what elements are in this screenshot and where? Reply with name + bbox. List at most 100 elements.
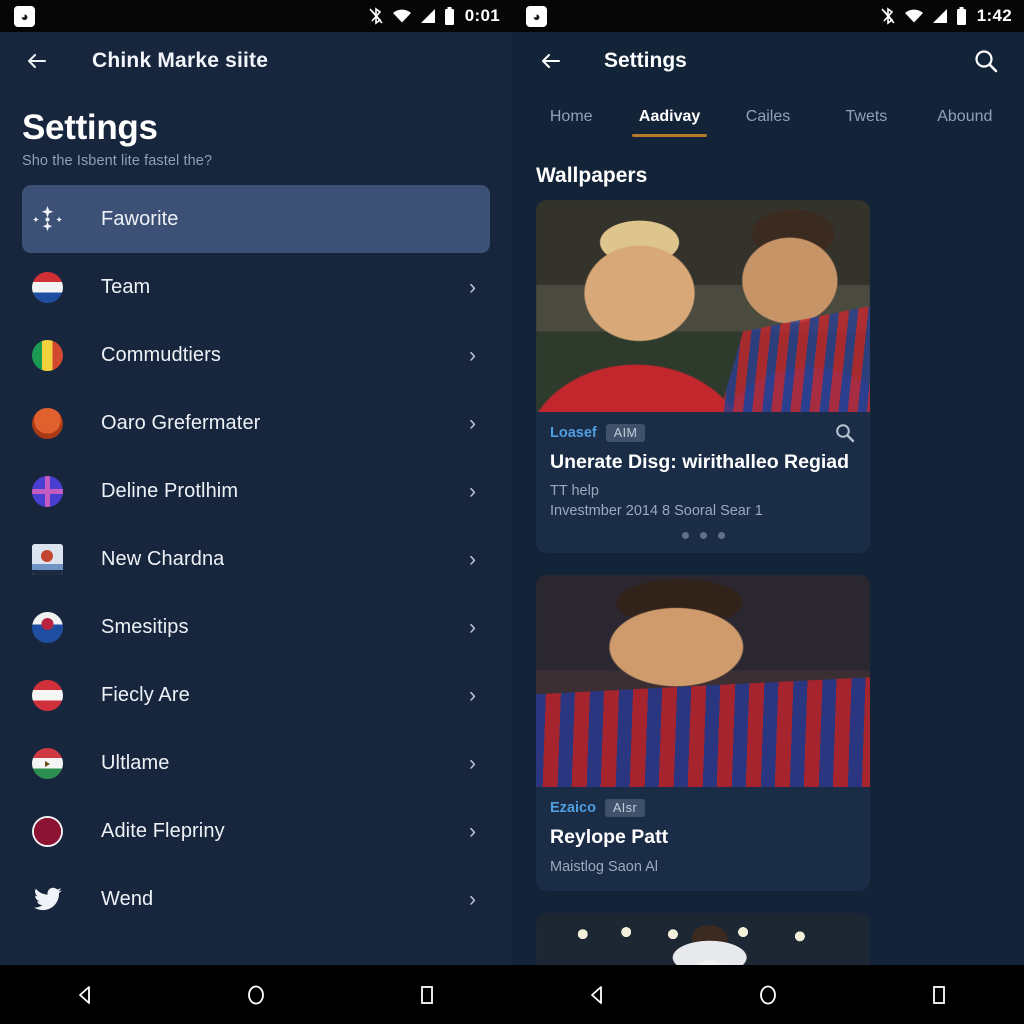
right-appbar-title: Settings [604, 49, 687, 72]
card-source-label[interactable]: Loasef [550, 425, 597, 441]
list-item-label: Team [101, 275, 151, 298]
chevron-right-icon: › [469, 343, 476, 367]
status-time: 1:42 [976, 6, 1012, 25]
list-item-label: Adite Flepriny [101, 819, 225, 842]
list-item-label: New Chardna [101, 547, 225, 570]
left-appbar-title: Chink Marke siite [92, 49, 269, 72]
left-android-navbar [0, 965, 512, 1024]
wallpaper-card-grid: Loasef AIM Unerate Disg: wirithalleo Reg… [512, 200, 1024, 990]
right-phone-panel: ◕ 1:42 Settings Home Aadivay Cailes Twet… [512, 0, 1024, 1024]
sparkle-icon [32, 204, 63, 235]
flag-hu-icon [32, 747, 63, 779]
right-status-bar: ◕ 1:42 [512, 0, 1024, 32]
left-headline-block: Settings Sho the Isbent lite fastel the? [0, 90, 512, 169]
card-subtitle-2: Investmber 2014 8 Sooral Sear 1 [550, 502, 763, 519]
app-icon: ◕ [526, 5, 547, 27]
list-item-oaro-grefermater[interactable]: Oaro Grefermater › [22, 389, 490, 457]
flag-at-icon [32, 679, 63, 711]
card-thumbnail[interactable] [536, 575, 870, 788]
chevron-right-icon: › [469, 547, 476, 571]
app-icon: ◕ [14, 5, 35, 27]
list-item-label: Oaro Grefermater [101, 411, 261, 434]
carousel-dots[interactable] [550, 532, 856, 540]
left-status-bar: ◕ 0:01 [0, 0, 512, 32]
list-item-faworite[interactable]: Faworite [22, 185, 490, 253]
list-item-label: Wend [101, 887, 154, 910]
chevron-right-icon: › [469, 479, 476, 503]
list-item-label: Faworite [101, 207, 179, 230]
list-item-label: Commudtiers [101, 343, 222, 366]
chevron-right-icon: › [469, 683, 476, 707]
right-app-bar: Settings [512, 32, 1024, 90]
back-triangle-icon[interactable] [62, 972, 108, 1018]
card-subtitle-1: TT help [550, 483, 599, 500]
list-item-label: Fiecly Are [101, 683, 190, 706]
settings-list: Faworite Team › Commudtiers › Oaro Grefe… [0, 185, 512, 933]
chevron-right-icon: › [469, 819, 476, 843]
list-item-commudtiers[interactable]: Commudtiers › [22, 321, 490, 389]
chevron-right-icon: › [469, 751, 476, 775]
crest-icon [32, 407, 63, 439]
list-item-label: Deline Protlhim [101, 479, 239, 502]
carousel-dot[interactable] [699, 532, 707, 540]
card-meta-row: Loasef AIM [550, 424, 856, 442]
section-title-wallpapers: Wallpapers [536, 164, 648, 187]
chevron-right-icon: › [469, 887, 476, 911]
list-item-smesitips[interactable]: Smesitips › [22, 593, 490, 661]
page-title: Settings [22, 108, 158, 147]
card-meta-row: Ezaico AIsr [550, 799, 856, 818]
status-time: 0:01 [464, 6, 500, 25]
list-item-team[interactable]: Team › [22, 253, 490, 321]
twitter-bird-icon [32, 884, 63, 915]
flag-isl-icon [32, 475, 63, 507]
card-body: Loasef AIM Unerate Disg: wirithalleo Reg… [536, 412, 870, 553]
card-thumbnail[interactable] [536, 200, 870, 412]
wallpaper-card[interactable]: Loasef AIM Unerate Disg: wirithalleo Reg… [536, 200, 870, 554]
list-item-label: Smesitips [101, 615, 189, 638]
recents-square-icon[interactable] [404, 972, 450, 1018]
card-source-label[interactable]: Ezaico [550, 800, 596, 816]
flag-ml-icon [32, 339, 63, 371]
list-item-ultlame[interactable]: Ultlame › [22, 729, 490, 797]
card-subtitle-1: Maistlog Saon Al [550, 858, 659, 875]
right-android-navbar [512, 965, 1024, 1024]
recents-square-icon[interactable] [916, 972, 962, 1018]
chevron-right-icon: › [469, 275, 476, 299]
card-title: Reylope Patt [550, 826, 669, 849]
tab-abound[interactable]: Abound [916, 90, 1014, 144]
wallpaper-card[interactable]: Ezaico AIsr Reylope Patt Maistlog Saon A… [536, 575, 870, 892]
tab-aadivay[interactable]: Aadivay [620, 90, 718, 144]
status-badge: AIsr [604, 799, 646, 818]
back-arrow-icon[interactable] [22, 46, 52, 76]
flag-nl-icon [32, 271, 63, 303]
home-circle-icon[interactable] [745, 972, 791, 1018]
page-subtitle: Sho the Isbent lite fastel the? [22, 153, 213, 169]
list-item-adite-flepriny[interactable]: Adite Flepriny › [22, 797, 490, 865]
chevron-right-icon: › [469, 411, 476, 435]
list-item-fiecly-are[interactable]: Fiecly Are › [22, 661, 490, 729]
signal-icon [420, 9, 435, 23]
magnifier-icon[interactable] [834, 422, 856, 444]
left-phone-panel: ◕ 0:01 Chink Marke siite Settings Sho th… [0, 0, 512, 1024]
list-item-new-chardna[interactable]: New Chardna › [22, 525, 490, 593]
tab-home[interactable]: Home [522, 90, 620, 144]
list-item-deline-protlhim[interactable]: Deline Protlhim › [22, 457, 490, 525]
tab-twets[interactable]: Twets [817, 90, 915, 144]
home-circle-icon[interactable] [233, 972, 279, 1018]
photo-icon [32, 543, 63, 575]
bluetooth-off-icon [369, 7, 383, 25]
search-icon[interactable] [972, 47, 1000, 75]
carousel-dot[interactable] [681, 532, 689, 540]
back-triangle-icon[interactable] [574, 972, 620, 1018]
carousel-dot[interactable] [717, 532, 725, 540]
battery-icon [444, 7, 454, 25]
back-arrow-icon[interactable] [536, 46, 566, 76]
flag-mc-icon [32, 611, 63, 643]
battery-icon [956, 7, 966, 25]
tab-cailes[interactable]: Cailes [719, 90, 817, 144]
chevron-right-icon: › [469, 615, 476, 639]
card-title: Unerate Disg: wirithalleo Regiad [550, 451, 850, 473]
wifi-icon [904, 9, 923, 23]
flag-qa-icon [32, 815, 63, 847]
list-item-wend[interactable]: Wend › [22, 865, 490, 933]
